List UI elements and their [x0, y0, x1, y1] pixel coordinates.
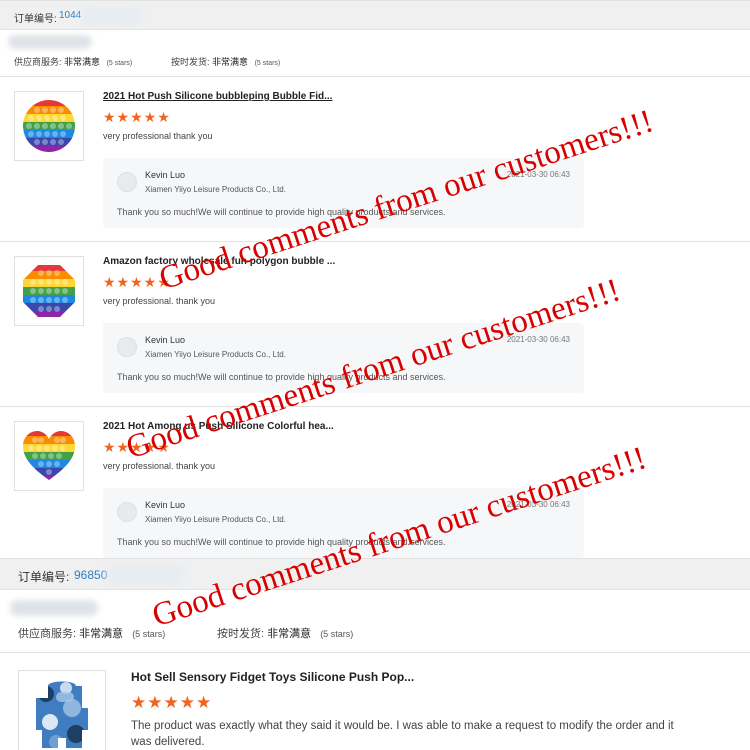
reply-text: Thank you so much!We will continue to pr… — [117, 372, 446, 382]
supplier-service-stars: (5 stars) — [106, 60, 133, 67]
buyer-name-redacted — [10, 600, 98, 616]
reply-text: Thank you so much!We will continue to pr… — [117, 537, 446, 547]
reply-company: Xiamen Yiiyo Leisure Products Co., Ltd. — [145, 185, 286, 194]
reply-author-name: Kevin Luo — [145, 170, 186, 180]
avatar — [117, 172, 137, 192]
star-rating: ★★★★★ — [131, 693, 213, 712]
redacted-order-number — [82, 7, 140, 25]
reply-date: 2021-03-30 06:43 — [506, 170, 570, 179]
supplier-service-label: 供应商服务: — [18, 628, 77, 640]
supplier-reply: Kevin Luo Xiamen Yiiyo Leisure Products … — [103, 323, 584, 393]
star-rating: ★★★★★ — [103, 439, 171, 455]
star-rating: ★★★★★ — [103, 109, 171, 125]
review-comment-continued: was delivered. — [131, 736, 205, 748]
delivery-label: 按时发货: — [217, 628, 265, 640]
review-comment: The product was exactly what they said i… — [131, 720, 674, 732]
reply-date: 2021-03-30 06:43 — [506, 500, 570, 509]
product-thumbnail[interactable] — [18, 670, 106, 750]
delivery-ratings: 按时发货: 非常满意 (5 stars) — [217, 625, 353, 641]
order-number-label: 订单编号: — [18, 570, 70, 584]
supplier-reply: Kevin Luo Xiamen Yiiyo Leisure Products … — [103, 488, 584, 558]
delivery-stars: (5 stars) — [254, 60, 281, 67]
supplier-service-label: 供应商服务: — [14, 57, 62, 67]
reply-company: Xiamen Yiiyo Leisure Products Co., Ltd. — [145, 515, 286, 524]
supplier-reply: Kevin Luo Xiamen Yiiyo Leisure Products … — [103, 158, 584, 228]
buyer-name-redacted — [8, 35, 92, 49]
product-title-link[interactable]: 2021 Hot Among us Push Silicone Colorful… — [103, 421, 334, 432]
divider — [0, 406, 750, 407]
reply-date: 2021-03-30 06:43 — [506, 335, 570, 344]
order-number-label: 订单编号: — [14, 14, 57, 25]
supplier-service-value: 非常满意 — [79, 628, 124, 640]
redacted-order-number — [106, 565, 184, 585]
delivery-label: 按时发货: — [171, 57, 210, 67]
product-thumbnail[interactable] — [14, 256, 84, 326]
divider — [0, 652, 750, 653]
avatar — [117, 337, 137, 357]
order-ratings: 供应商服务: 非常满意 (5 stars) — [14, 55, 132, 68]
divider — [0, 241, 750, 242]
reply-author-name: Kevin Luo — [145, 500, 186, 510]
round-rainbow-pop-it-icon — [23, 100, 75, 152]
octagon-rainbow-pop-it-icon — [23, 265, 75, 317]
star-rating: ★★★★★ — [103, 274, 171, 290]
product-title-link[interactable]: 2021 Hot Push Silicone bubbleping Bubble… — [103, 91, 332, 102]
supplier-service-value: 非常满意 — [64, 57, 101, 67]
order-header: 订单编号: 1044 — [0, 0, 750, 30]
camo-astronaut-pop-it-icon — [36, 681, 88, 748]
product-title-link[interactable]: Amazon factory wholesale fun polygon bub… — [103, 256, 335, 267]
delivery-value: 非常满意 — [267, 628, 312, 640]
supplier-service-stars: (5 stars) — [132, 629, 166, 639]
reply-author-name: Kevin Luo — [145, 335, 186, 345]
delivery-ratings: 按时发货: 非常满意 (5 stars) — [171, 55, 280, 68]
review-comment: very professional. thank you — [103, 296, 216, 306]
product-thumbnail[interactable] — [14, 421, 84, 491]
delivery-stars: (5 stars) — [320, 629, 354, 639]
order-number[interactable]: 1044 — [59, 10, 81, 21]
reply-text: Thank you so much!We will continue to pr… — [117, 207, 446, 217]
order-header: 订单编号: 96850 — [0, 558, 750, 590]
review-comment: very professional. thank you — [103, 461, 216, 471]
delivery-value: 非常满意 — [212, 57, 249, 67]
order-ratings: 供应商服务: 非常满意 (5 stars) — [18, 625, 165, 641]
order-number[interactable]: 96850 — [74, 568, 107, 582]
heart-rainbow-pop-it-icon — [23, 431, 75, 480]
reply-company: Xiamen Yiiyo Leisure Products Co., Ltd. — [145, 350, 286, 359]
review-comment: very professional thank you — [103, 131, 213, 141]
product-title-link[interactable]: Hot Sell Sensory Fidget Toys Silicone Pu… — [131, 670, 414, 684]
avatar — [117, 502, 137, 522]
product-thumbnail[interactable] — [14, 91, 84, 161]
divider — [0, 76, 750, 77]
